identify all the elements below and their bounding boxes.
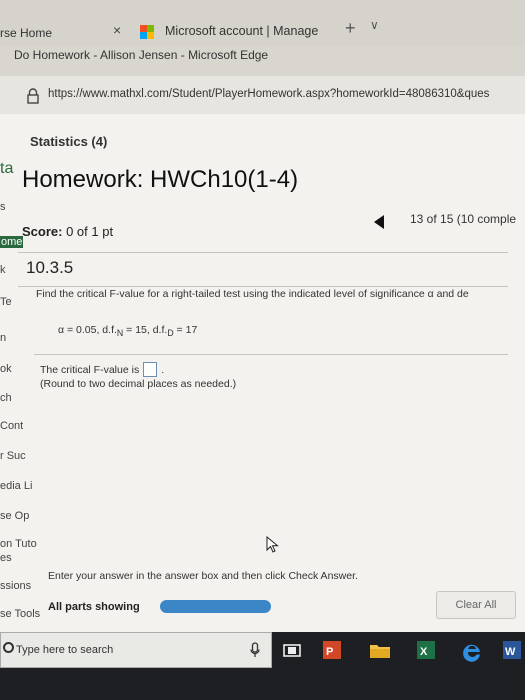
sidebar-item[interactable]: n (0, 332, 6, 344)
plus-icon[interactable]: + (345, 18, 356, 39)
question-text: Find the critical F-value for a right-ta… (36, 288, 469, 300)
sidebar-item[interactable]: r Suc (0, 450, 26, 462)
page-title: Homework: HWCh10(1-4) (22, 166, 299, 193)
sidebar-item[interactable]: on Tuto (0, 538, 37, 550)
tab-microsoft-account[interactable]: Microsoft account | Manage (140, 16, 332, 46)
parts-showing-label: All parts showing (48, 601, 140, 613)
powerpoint-icon[interactable]: P (320, 638, 344, 662)
answer-period: . (161, 363, 165, 376)
parameters: α = 0.05, d.f.N = 15, d.f.D = 17 (58, 324, 197, 338)
taskbar: Type here to search P X W (0, 632, 525, 700)
word-icon[interactable]: W (500, 638, 524, 662)
sidebar-item[interactable]: ssions (0, 580, 31, 592)
sidebar-item[interactable]: Te (0, 296, 12, 308)
mouse-cursor-icon (266, 536, 279, 553)
divider (18, 252, 508, 253)
sidebar-item[interactable]: ome (0, 236, 24, 248)
parts-progress-bar (160, 600, 271, 613)
address-bar[interactable]: https://www.mathxl.com/Student/PlayerHom… (0, 76, 525, 114)
params-text: = 15, d.f. (123, 324, 168, 336)
score-label: Score: (22, 224, 63, 239)
divider (18, 286, 508, 287)
svg-text:X: X (420, 646, 428, 658)
lock-icon (27, 88, 39, 104)
chevron-down-icon[interactable]: ∨ (370, 18, 379, 32)
excel-icon[interactable]: X (414, 638, 438, 662)
answer-line: The critical F-value is . (40, 362, 164, 377)
url-text[interactable]: https://www.mathxl.com/Student/PlayerHom… (48, 88, 489, 100)
window-title: Do Homework - Allison Jensen - Microsoft… (14, 48, 269, 62)
params-text: α = 0.05, d.f. (58, 324, 117, 336)
question-progress: 13 of 15 (10 comple (410, 212, 517, 226)
svg-text:W: W (505, 646, 516, 658)
svg-text:P: P (326, 646, 333, 658)
edge-icon[interactable] (460, 638, 484, 662)
sidebar-item[interactable]: ch (0, 392, 12, 404)
sidebar-item[interactable]: edia Li (0, 480, 32, 492)
sidebar-item[interactable]: Cont (0, 420, 23, 432)
answer-prompt: The critical F-value is (40, 363, 140, 376)
back-arrow-icon[interactable] (374, 215, 384, 229)
sidebar-item[interactable]: es (0, 552, 12, 564)
sidebar-item[interactable]: se Op (0, 510, 29, 522)
task-view-icon[interactable] (280, 638, 304, 662)
sidebar-item[interactable]: k (0, 264, 6, 276)
sidebar-item[interactable]: ok (0, 363, 12, 375)
sidebar-item[interactable]: ta (0, 160, 13, 178)
score: Score: 0 of 1 pt (22, 224, 113, 239)
tab-label: Microsoft account | Manage (165, 24, 319, 38)
params-text: = 17 (173, 324, 198, 336)
clear-all-button[interactable]: Clear All (436, 591, 516, 619)
section-id: 10.3.5 (26, 258, 74, 277)
answer-input[interactable] (143, 362, 158, 377)
rounding-note: (Round to two decimal places as needed.) (40, 378, 237, 390)
microphone-icon[interactable] (250, 642, 260, 658)
close-icon[interactable]: × (113, 22, 121, 38)
search-placeholder: Type here to search (16, 644, 114, 656)
sidebar-item[interactable]: s (0, 201, 6, 213)
tab-bar: rse Home × Microsoft account | Manage + … (0, 0, 525, 46)
score-value: 0 of 1 pt (66, 224, 114, 239)
homework-page: ta s ome k Te n ok ch Cont r Suc edia Li… (0, 114, 525, 632)
file-explorer-icon[interactable] (368, 638, 392, 662)
microsoft-logo-icon (140, 25, 154, 39)
search-input[interactable]: Type here to search (0, 632, 272, 668)
sidebar-item[interactable]: se Tools (0, 608, 40, 620)
instruction-text: Enter your answer in the answer box and … (48, 570, 358, 582)
search-icon (3, 642, 14, 653)
tab-course-home[interactable]: rse Home (0, 26, 52, 40)
course-title: Statistics (4) (30, 134, 108, 149)
divider (34, 354, 508, 355)
